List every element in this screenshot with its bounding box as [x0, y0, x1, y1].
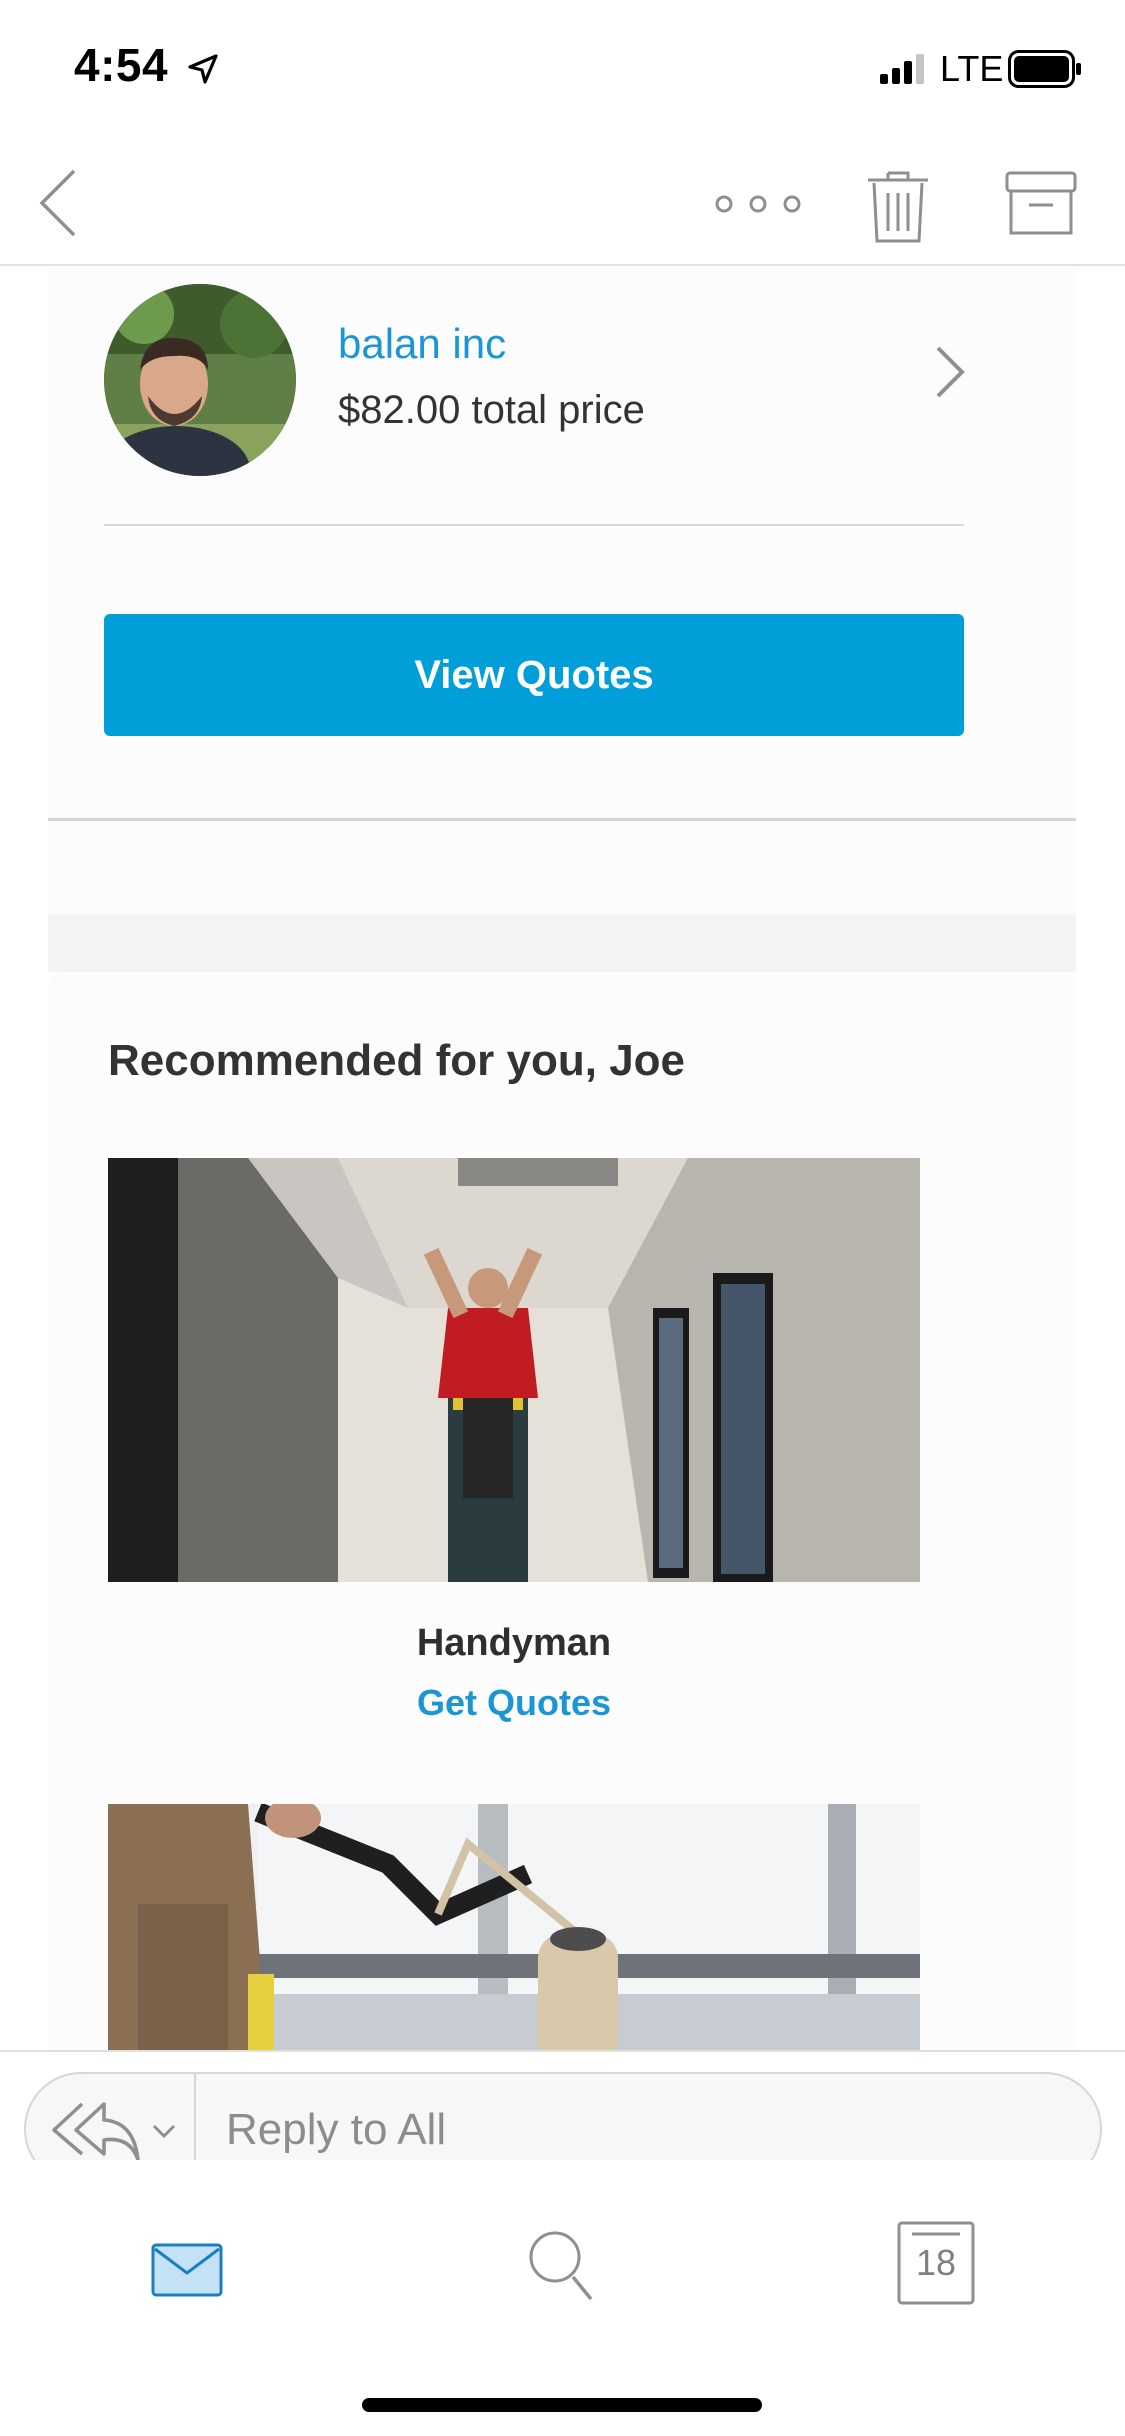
get-quotes-link[interactable]: Get Quotes [108, 1682, 920, 1724]
pro-avatar[interactable] [104, 284, 296, 476]
quote-card: balan inc $82.00 total price View Quotes [48, 268, 1076, 914]
recommendations-heading: Recommended for you, Joe [108, 1036, 686, 1085]
pro-name[interactable]: balan inc [338, 320, 506, 368]
status-bar: 4:54 LTE [0, 0, 1125, 140]
tab-search[interactable] [520, 2222, 604, 2312]
painter-image[interactable] [108, 1804, 920, 2050]
archive-button[interactable] [996, 162, 1086, 246]
section-spacer [48, 914, 1076, 972]
recommendation-title: Handyman [416, 1622, 612, 1664]
location-arrow-icon [188, 54, 218, 84]
home-indicator[interactable] [362, 2398, 762, 2412]
chevron-right-icon[interactable] [928, 342, 972, 402]
back-button[interactable] [18, 158, 98, 248]
message-body[interactable]: balan inc $82.00 total price View Quotes… [0, 268, 1125, 2050]
tab-bar: 18 [0, 2160, 1125, 2436]
handyman-image[interactable] [108, 1158, 920, 1582]
status-time: 4:54 [74, 39, 169, 91]
recommendations-card: Recommended for you, Joe Handyman Get Qu… [48, 972, 1076, 2050]
tab-calendar[interactable]: 18 [896, 2220, 976, 2306]
cellular-signal-icon [880, 54, 924, 84]
search-icon [529, 2231, 593, 2301]
more-horizontal-icon [715, 195, 801, 213]
handyman-photo [108, 1158, 920, 1582]
view-quotes-button[interactable]: View Quotes [104, 614, 964, 736]
delete-button[interactable] [858, 158, 938, 254]
reply-bar [0, 2050, 1125, 2186]
painter-photo [108, 1804, 920, 2050]
divider [104, 524, 964, 526]
mail-icon [151, 2243, 223, 2297]
archive-icon [1005, 171, 1077, 235]
total-price: $82.00 total price [338, 388, 645, 432]
battery-icon [1008, 50, 1081, 88]
trash-icon [868, 171, 928, 243]
more-options-button[interactable] [712, 174, 804, 234]
pro-photo [104, 284, 296, 476]
reply-input[interactable] [226, 2102, 1066, 2158]
divider [48, 818, 1076, 821]
tab-mail[interactable] [140, 2230, 234, 2310]
network-type-label: LTE [940, 48, 1004, 89]
calendar-day: 18 [915, 2242, 957, 2283]
chevron-left-icon [39, 169, 76, 237]
message-toolbar [0, 140, 1125, 266]
